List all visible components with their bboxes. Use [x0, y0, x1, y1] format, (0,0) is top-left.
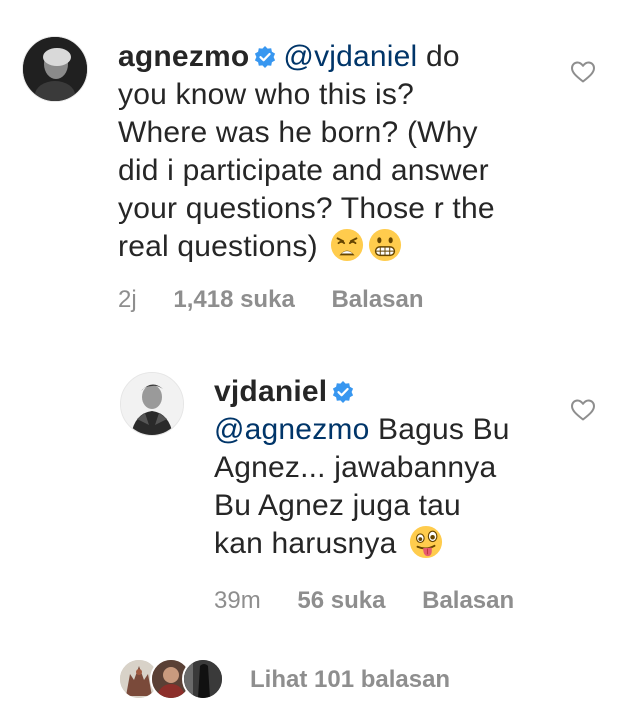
- comment-mention[interactable]: @vjdaniel: [283, 40, 417, 73]
- view-replies-label[interactable]: Lihat 101 balasan: [250, 666, 450, 693]
- comment-line: real questions): [118, 230, 318, 263]
- avatar-vjdaniel[interactable]: [120, 372, 184, 436]
- comment-line: Where was he born? (Why: [118, 116, 478, 149]
- comment-line: you know who this is?: [118, 78, 415, 111]
- reply-meta: 39m 56 suka Balasan: [214, 586, 544, 616]
- comment-username[interactable]: agnezmo: [118, 40, 249, 73]
- view-replies-link[interactable]: Lihat 101 balasan: [250, 665, 480, 695]
- heart-outline-icon[interactable]: [570, 60, 596, 84]
- comment-reply-button[interactable]: Balasan: [331, 286, 423, 313]
- grinning-face-emoji-icon: [369, 228, 402, 262]
- comment-likes-count[interactable]: 1,418 suka: [173, 286, 294, 313]
- reply-username[interactable]: vjdaniel: [214, 375, 327, 408]
- heart-outline-icon[interactable]: [570, 398, 596, 422]
- winking-tongue-face-emoji-icon: [410, 525, 443, 559]
- comment-line: your questions? Those r the: [118, 192, 495, 225]
- replier-avatars[interactable]: [118, 656, 226, 700]
- reply-line: Bagus Bu: [369, 413, 510, 446]
- reply-text: vjdaniel @agnezmo Bagus Bu Agnez... jawa…: [214, 373, 574, 563]
- reply-time: 39m: [214, 587, 261, 614]
- comment-line: did i participate and answer: [118, 154, 489, 187]
- verified-badge-icon: [333, 381, 354, 403]
- avatar-agnezmo[interactable]: [22, 36, 88, 102]
- comment-text: agnezmo @vjdaniel do you know who this i…: [118, 38, 588, 266]
- reply-line: kan harusnya: [214, 527, 397, 560]
- comment-line: do: [417, 40, 460, 73]
- avatar-replier-3: [182, 658, 224, 700]
- reply-line: Bu Agnez juga tau: [214, 489, 461, 522]
- weary-face-emoji-icon: [331, 228, 364, 262]
- reply-mention[interactable]: @agnezmo: [214, 413, 369, 446]
- reply-line: Agnez... jawabannya: [214, 451, 497, 484]
- reply-reply-button[interactable]: Balasan: [422, 587, 514, 614]
- comment-time: 2j: [118, 286, 137, 313]
- comment-meta: 2j 1,418 suka Balasan: [118, 285, 454, 315]
- reply-likes-count[interactable]: 56 suka: [297, 587, 385, 614]
- verified-badge-icon: [255, 46, 276, 68]
